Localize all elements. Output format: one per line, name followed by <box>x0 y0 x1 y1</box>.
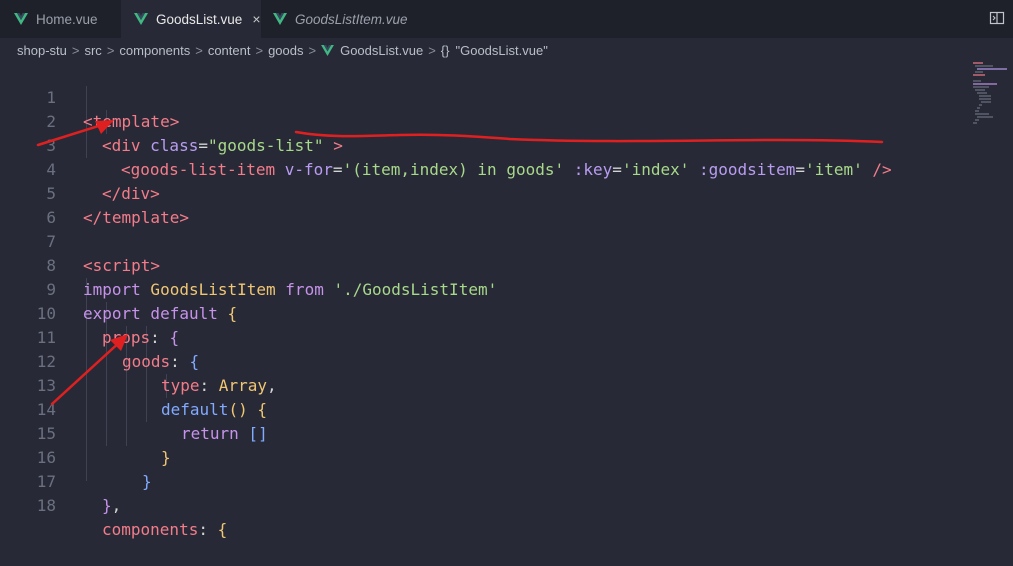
tab-bar: Home.vue GoodsList.vue × GoodsListItem.v… <box>0 0 1013 38</box>
breadcrumb-separator: > <box>428 42 436 58</box>
token: , <box>111 496 122 515</box>
vue-logo-icon <box>273 13 287 25</box>
line-number: 18 <box>36 496 56 515</box>
breadcrumb-separator: > <box>255 42 264 58</box>
breadcrumb-item[interactable]: shop-stu <box>17 43 67 58</box>
breadcrumb-separator: > <box>106 42 115 58</box>
breadcrumb-item[interactable]: content <box>208 43 251 58</box>
code-line: 4 </div> <box>0 134 1013 203</box>
code-line: 15 } <box>0 398 1013 467</box>
token: : <box>198 520 208 539</box>
tab-label: GoodsListItem.vue <box>295 11 408 27</box>
breadcrumb-separator: > <box>71 42 80 58</box>
code-line: 6 <box>0 182 1013 227</box>
code-line: 1 <template> <box>0 62 1013 131</box>
breadcrumb-item[interactable]: GoodsList.vue <box>340 43 423 58</box>
breadcrumb-separator: > <box>195 42 203 58</box>
code-line: 8 import GoodsListItem from './GoodsList… <box>0 230 1013 299</box>
tab-label: Home.vue <box>36 11 98 27</box>
code-line: 13 default() { <box>0 350 1013 419</box>
minimap[interactable] <box>971 62 1009 132</box>
breadcrumb: shop-stu > src > components > content > … <box>0 38 1013 62</box>
breadcrumb-separator: > <box>308 42 317 58</box>
code-line: 12 type: Array, <box>0 326 1013 395</box>
breadcrumb-item[interactable]: goods <box>268 43 303 58</box>
vue-logo-icon <box>321 44 335 56</box>
code-line: 10 props: { <box>0 278 1013 347</box>
breadcrumb-item[interactable]: src <box>84 43 101 58</box>
code-line: 3 <goods-list-item v-for='(item,index) i… <box>0 110 1013 179</box>
code-line: 16 } <box>0 422 1013 491</box>
split-editor-icon[interactable] <box>989 10 1005 26</box>
code-line: 14 return [] <box>0 374 1013 443</box>
vue-logo-icon <box>134 13 148 25</box>
token: components <box>102 520 199 539</box>
token: { <box>207 520 228 539</box>
code-line: 9 export default { <box>0 254 1013 323</box>
token: } <box>102 496 112 515</box>
breadcrumb-item[interactable]: components <box>119 43 190 58</box>
code-line: 2 <div class="goods-list" > <box>0 86 1013 155</box>
code-line: 17 }, <box>0 446 1013 515</box>
tab-goodslist-vue[interactable]: GoodsList.vue × <box>121 0 261 38</box>
vue-logo-icon <box>14 13 28 25</box>
code-line: 18 components: { <box>0 470 1013 539</box>
code-line: 7 <script> <box>0 206 1013 275</box>
code-line: 11 goods: { <box>0 302 1013 371</box>
tab-goodslistitem-vue[interactable]: GoodsListItem.vue <box>261 0 421 38</box>
tab-label: GoodsList.vue <box>156 11 243 27</box>
close-icon[interactable]: × <box>252 11 260 27</box>
breadcrumb-item[interactable]: "GoodsList.vue" <box>455 43 547 58</box>
code-editor[interactable]: 1 <template> 2 <div class="goods-list" >… <box>0 62 1013 539</box>
tab-home-vue[interactable]: Home.vue <box>0 0 121 38</box>
code-line: 5 </template> <box>0 158 1013 227</box>
braces-icon: {} <box>440 42 450 58</box>
